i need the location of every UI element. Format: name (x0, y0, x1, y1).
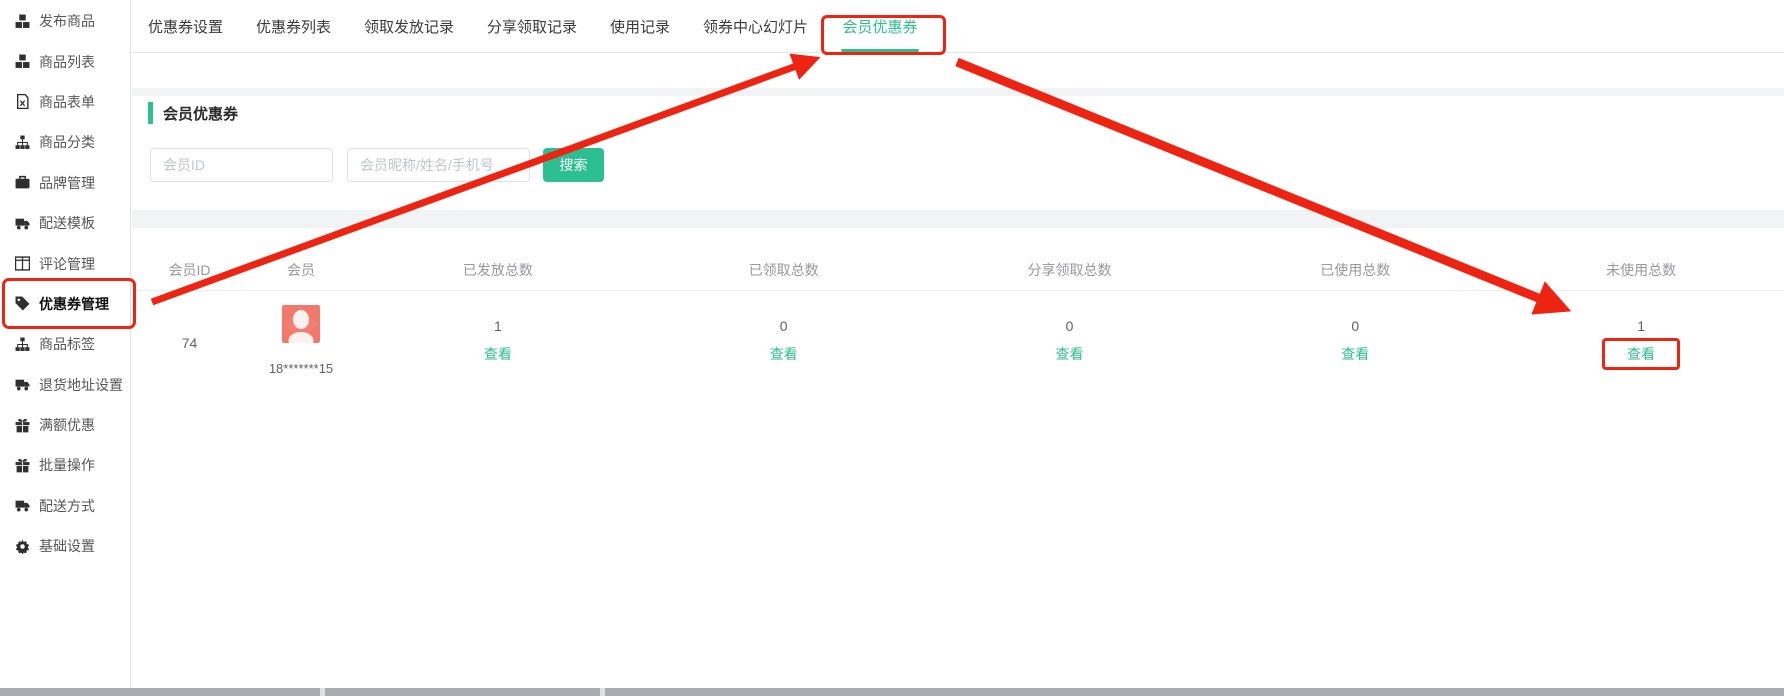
share-received-total-value: 0 (927, 317, 1213, 335)
sidebar-item-product-tags[interactable]: 商品标签 (0, 324, 130, 364)
gear-icon (15, 539, 30, 554)
tab-claim-issue-records[interactable]: 领取发放记录 (364, 0, 454, 52)
search-button[interactable]: 搜索 (543, 148, 604, 182)
sidebar-item-comment-management[interactable]: 评论管理 (0, 243, 130, 283)
sidebar-item-label: 满额优惠 (39, 415, 95, 435)
tab-label: 领券中心幻灯片 (703, 16, 808, 37)
sidebar-item-label: 发布商品 (39, 11, 95, 31)
sidebar-item-brand-management[interactable]: 品牌管理 (0, 163, 130, 203)
sidebar-item-label: 商品分类 (39, 132, 95, 152)
separator (132, 210, 1784, 228)
sidebar: 发布商品 商品列表 商品表单 商品分类 品牌管理 配送模板 评论管理 优惠券管理… (0, 0, 131, 688)
member-name-input[interactable] (347, 148, 530, 182)
tab-coupon-settings[interactable]: 优惠券设置 (148, 0, 223, 52)
sidebar-item-publish-product[interactable]: 发布商品 (0, 1, 130, 41)
section-title-text: 会员优惠券 (163, 103, 238, 124)
sidebar-item-product-form[interactable]: 商品表单 (0, 82, 130, 122)
view-received-link[interactable]: 查看 (770, 345, 798, 363)
col-header-unused-total: 未使用总数 (1498, 260, 1784, 280)
received-total-cell: 0 查看 (641, 291, 927, 376)
horizontal-scrollbar[interactable] (0, 688, 1784, 696)
columns-icon (15, 256, 30, 271)
sidebar-item-product-category[interactable]: 商品分类 (0, 122, 130, 162)
tab-label: 优惠券设置 (148, 16, 223, 37)
separator (132, 88, 1784, 96)
sidebar-item-label: 配送方式 (39, 496, 95, 516)
cubes-icon (15, 54, 30, 69)
tab-coupon-list[interactable]: 优惠券列表 (256, 0, 331, 52)
truck-icon (15, 377, 30, 392)
sidebar-item-label: 配送模板 (39, 213, 95, 233)
member-id-value: 74 (132, 291, 247, 376)
issued-total-value: 1 (355, 317, 641, 335)
tab-usage-records[interactable]: 使用记录 (610, 0, 670, 52)
sidebar-item-label: 商品标签 (39, 334, 95, 354)
sidebar-item-shipping-method[interactable]: 配送方式 (0, 486, 130, 526)
tab-member-coupons[interactable]: 会员优惠券 (841, 0, 919, 52)
table-row: 74 18*******15 1 查看 0 查看 0 查看 0 (132, 291, 1784, 376)
scrollbar-notch (600, 688, 605, 696)
sidebar-item-label: 批量操作 (39, 455, 95, 475)
sidebar-item-full-discount[interactable]: 满额优惠 (0, 405, 130, 445)
view-issued-link[interactable]: 查看 (484, 345, 512, 363)
coupon-tab-bar: 优惠券设置 优惠券列表 领取发放记录 分享领取记录 使用记录 领券中心幻灯片 会… (132, 0, 1784, 53)
member-id-input[interactable] (150, 148, 333, 182)
sidebar-item-label: 优惠券管理 (39, 294, 109, 314)
gift-icon (15, 418, 30, 433)
view-unused-link[interactable]: 查看 (1627, 345, 1655, 363)
col-header-member: 会员 (247, 260, 355, 280)
tab-label: 领取发放记录 (364, 16, 454, 37)
scrollbar-notch (320, 688, 325, 696)
section-title-accent-bar (148, 102, 153, 124)
member-cell: 18*******15 (247, 291, 355, 376)
col-header-issued-total: 已发放总数 (355, 260, 641, 280)
view-share-received-link[interactable]: 查看 (1055, 345, 1083, 363)
table-header-row: 会员ID 会员 已发放总数 已领取总数 分享领取总数 已使用总数 未使用总数 (132, 228, 1784, 291)
col-header-used-total: 已使用总数 (1212, 260, 1498, 280)
col-header-share-received-total: 分享领取总数 (927, 260, 1213, 280)
tab-label: 分享领取记录 (487, 16, 577, 37)
tab-label: 会员优惠券 (842, 16, 917, 37)
tab-share-claim-records[interactable]: 分享领取记录 (487, 0, 577, 52)
tab-label: 优惠券列表 (256, 16, 331, 37)
sidebar-item-coupon-management[interactable]: 优惠券管理 (0, 284, 130, 324)
sidebar-item-basic-settings[interactable]: 基础设置 (0, 526, 130, 566)
sidebar-item-label: 商品表单 (39, 92, 95, 112)
sidebar-item-return-address[interactable]: 退货地址设置 (0, 365, 130, 405)
used-total-cell: 0 查看 (1212, 291, 1498, 376)
truck-icon (15, 216, 30, 231)
tag-icon (15, 296, 30, 311)
unused-total-value: 1 (1498, 317, 1784, 335)
sidebar-item-label: 品牌管理 (39, 173, 95, 193)
received-total-value: 0 (641, 317, 927, 335)
member-phone-masked: 18*******15 (269, 361, 333, 376)
col-header-received-total: 已领取总数 (641, 260, 927, 280)
view-used-link[interactable]: 查看 (1341, 345, 1369, 363)
used-total-value: 0 (1212, 317, 1498, 335)
share-received-total-cell: 0 查看 (927, 291, 1213, 376)
member-coupon-table: 会员ID 会员 已发放总数 已领取总数 分享领取总数 已使用总数 未使用总数 7… (132, 228, 1784, 376)
sitemap-icon (15, 337, 30, 352)
person-icon (282, 305, 320, 343)
unused-total-cell: 1 查看 (1498, 291, 1784, 376)
sidebar-item-label: 基础设置 (39, 536, 95, 556)
truck-icon (15, 498, 30, 513)
sidebar-item-label: 商品列表 (39, 52, 95, 72)
sidebar-item-product-list[interactable]: 商品列表 (0, 41, 130, 81)
member-avatar (282, 305, 320, 343)
cubes-icon (15, 14, 30, 29)
sidebar-item-label: 评论管理 (39, 254, 95, 274)
tab-coupon-center-slides[interactable]: 领券中心幻灯片 (703, 0, 808, 52)
section-title: 会员优惠券 (148, 100, 238, 126)
issued-total-cell: 1 查看 (355, 291, 641, 376)
briefcase-icon (15, 175, 30, 190)
sidebar-item-label: 退货地址设置 (39, 375, 123, 395)
file-icon (15, 94, 30, 109)
tab-label: 使用记录 (610, 16, 670, 37)
sitemap-icon (15, 135, 30, 150)
sidebar-item-batch-operations[interactable]: 批量操作 (0, 445, 130, 485)
sidebar-item-shipping-template[interactable]: 配送模板 (0, 203, 130, 243)
gift-icon (15, 458, 30, 473)
col-header-member-id: 会员ID (132, 260, 247, 280)
